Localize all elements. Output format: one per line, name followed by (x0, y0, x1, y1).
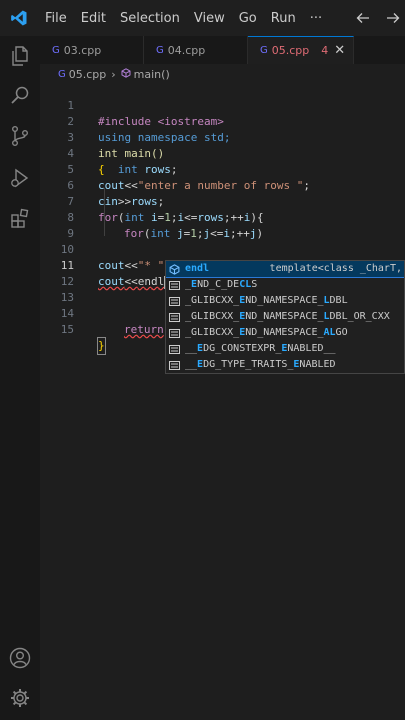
explorer-icon[interactable] (8, 44, 32, 68)
suggestion-item[interactable]: _GLIBCXX_ E ND_NAMESPACE_ AL GO (166, 325, 404, 341)
tab-04-cpp[interactable]: G 04.cpp (144, 36, 248, 64)
suggestion-label: DG_CONSTEXPR_ (203, 343, 282, 354)
cpp-file-icon: G (58, 68, 66, 80)
suggestion-label: ND_NAMESPACE_ (245, 295, 324, 306)
menu-view[interactable]: View (187, 11, 232, 26)
tab-05-cpp[interactable]: G 05.cpp 4 ✕ (248, 36, 354, 64)
account-icon[interactable] (8, 646, 32, 670)
keyword-icon (168, 359, 180, 371)
search-icon[interactable] (8, 84, 32, 108)
code-line: 6 cin>>rows; (40, 162, 405, 208)
breadcrumb-file[interactable]: 05.cpp (69, 68, 107, 81)
menu-selection[interactable]: Selection (113, 11, 187, 26)
menu-file[interactable]: File (38, 11, 74, 26)
suggestion-label: endl (185, 263, 210, 274)
keyword-icon (168, 327, 180, 339)
close-tab-icon[interactable]: ✕ (334, 43, 345, 58)
suggestion-label: NABLED (299, 359, 336, 370)
suggestion-label: DBL (329, 295, 348, 306)
suggestion-match: CL (239, 279, 252, 290)
autocomplete-suggestions: endl template<class _CharT, _ E ND_C_DE CL S… (165, 260, 405, 374)
back-arrow-icon[interactable] (355, 10, 371, 26)
keyword-icon (168, 279, 180, 291)
forward-arrow-icon[interactable] (385, 10, 401, 26)
code-line: 9 (40, 210, 405, 240)
code-editor[interactable]: 1 #include <iostream> 2 using namespace … (40, 82, 405, 682)
breadcrumb-symbol[interactable]: main() (134, 68, 170, 81)
code-line: 10 cout<<"* ";) (40, 226, 405, 272)
cpp-file-icon: G (156, 44, 164, 56)
suggestion-label: _GLIBCXX_ (185, 295, 240, 306)
symbol-cube-icon (168, 263, 180, 275)
suggestion-label: ND_NAMESPACE_ (245, 327, 324, 338)
menu-go[interactable]: Go (232, 11, 264, 26)
vscode-logo-icon (0, 0, 38, 36)
code-line: 2 using namespace std; (40, 98, 405, 144)
suggestion-label: NABLED__ (287, 343, 336, 354)
suggestion-label: _GLIBCXX_ (185, 311, 240, 322)
suggestion-item[interactable]: __ E DG_TYPE_TRAITS_ E NABLED (166, 357, 404, 373)
keyword-icon (168, 343, 180, 355)
code-line-current: 11 cout<<endl (40, 242, 405, 289)
code-line: 5 cout<<"enter a number of rows "; (40, 146, 405, 192)
menu-run[interactable]: Run (264, 11, 303, 26)
suggestion-label: DG_TYPE_TRAITS_ (203, 359, 294, 370)
code-line: 3 int main() (40, 114, 405, 160)
cpp-file-icon: G (260, 45, 268, 56)
breadcrumb: G 05.cpp › main() (40, 64, 405, 84)
source-control-icon[interactable] (8, 124, 32, 148)
cpp-file-icon: G (52, 44, 60, 56)
menu-bar: File Edit Selection View Go Run ··· (38, 11, 329, 26)
extensions-icon[interactable] (8, 206, 32, 230)
suggestion-item[interactable]: __ E DG_CONSTEXPR_ E NABLED__ (166, 341, 404, 357)
suggestion-item[interactable]: _ E ND_C_DE CL S (166, 277, 404, 293)
tab-label: 05.cpp (271, 44, 310, 57)
code-line: 7 for(int i=1;i<=rows;++i){ (40, 178, 405, 224)
problems-count-badge: 4 (321, 44, 329, 57)
keyword-icon (168, 311, 180, 323)
code-line: 1 #include <iostream> (40, 82, 405, 128)
suggestion-label: S (251, 279, 258, 290)
suggestion-label: ND_C_DE (197, 279, 240, 290)
run-debug-icon[interactable] (8, 166, 32, 190)
code-text: return (124, 323, 164, 336)
suggestion-label: _GLIBCXX_ (185, 327, 240, 338)
chevron-right-icon: › (111, 67, 116, 81)
code-line: 8 for(int j=1;j<=i;++j) (40, 194, 405, 240)
line-number: 15 (60, 323, 74, 336)
title-bar: File Edit Selection View Go Run ··· (0, 0, 405, 36)
suggestion-label: GO (335, 327, 348, 338)
code-text: } (97, 337, 106, 355)
suggestion-item[interactable]: endl template<class _CharT, (166, 261, 404, 278)
menu-edit[interactable]: Edit (74, 11, 113, 26)
settings-gear-icon[interactable] (8, 686, 32, 710)
function-cube-icon (121, 67, 131, 81)
code-line: 4 { int rows; (40, 130, 405, 176)
menu-more-button[interactable]: ··· (303, 11, 329, 26)
keyword-icon (168, 295, 180, 307)
activity-bar (0, 36, 40, 720)
suggestion-label: ND_NAMESPACE_ (245, 311, 324, 322)
editor-tabs: G 03.cpp G 04.cpp G 05.cpp 4 ✕ (40, 36, 405, 64)
suggestion-item[interactable]: _GLIBCXX_ E ND_NAMESPACE_ L DBL (166, 293, 404, 309)
suggestion-match: AL (323, 327, 336, 338)
suggestion-detail: template<class _CharT, (269, 263, 402, 274)
tab-label: 03.cpp (63, 43, 102, 57)
navigation-controls (355, 0, 401, 36)
suggestion-label: DBL_OR_CXX (329, 311, 390, 322)
tab-label: 04.cpp (167, 43, 206, 57)
tab-03-cpp[interactable]: G 03.cpp (40, 36, 144, 64)
suggestion-item[interactable]: _GLIBCXX_ E ND_NAMESPACE_ L DBL_OR_CXX (166, 309, 404, 325)
suggestion-label: __ (185, 359, 198, 370)
suggestion-label: __ (185, 343, 198, 354)
